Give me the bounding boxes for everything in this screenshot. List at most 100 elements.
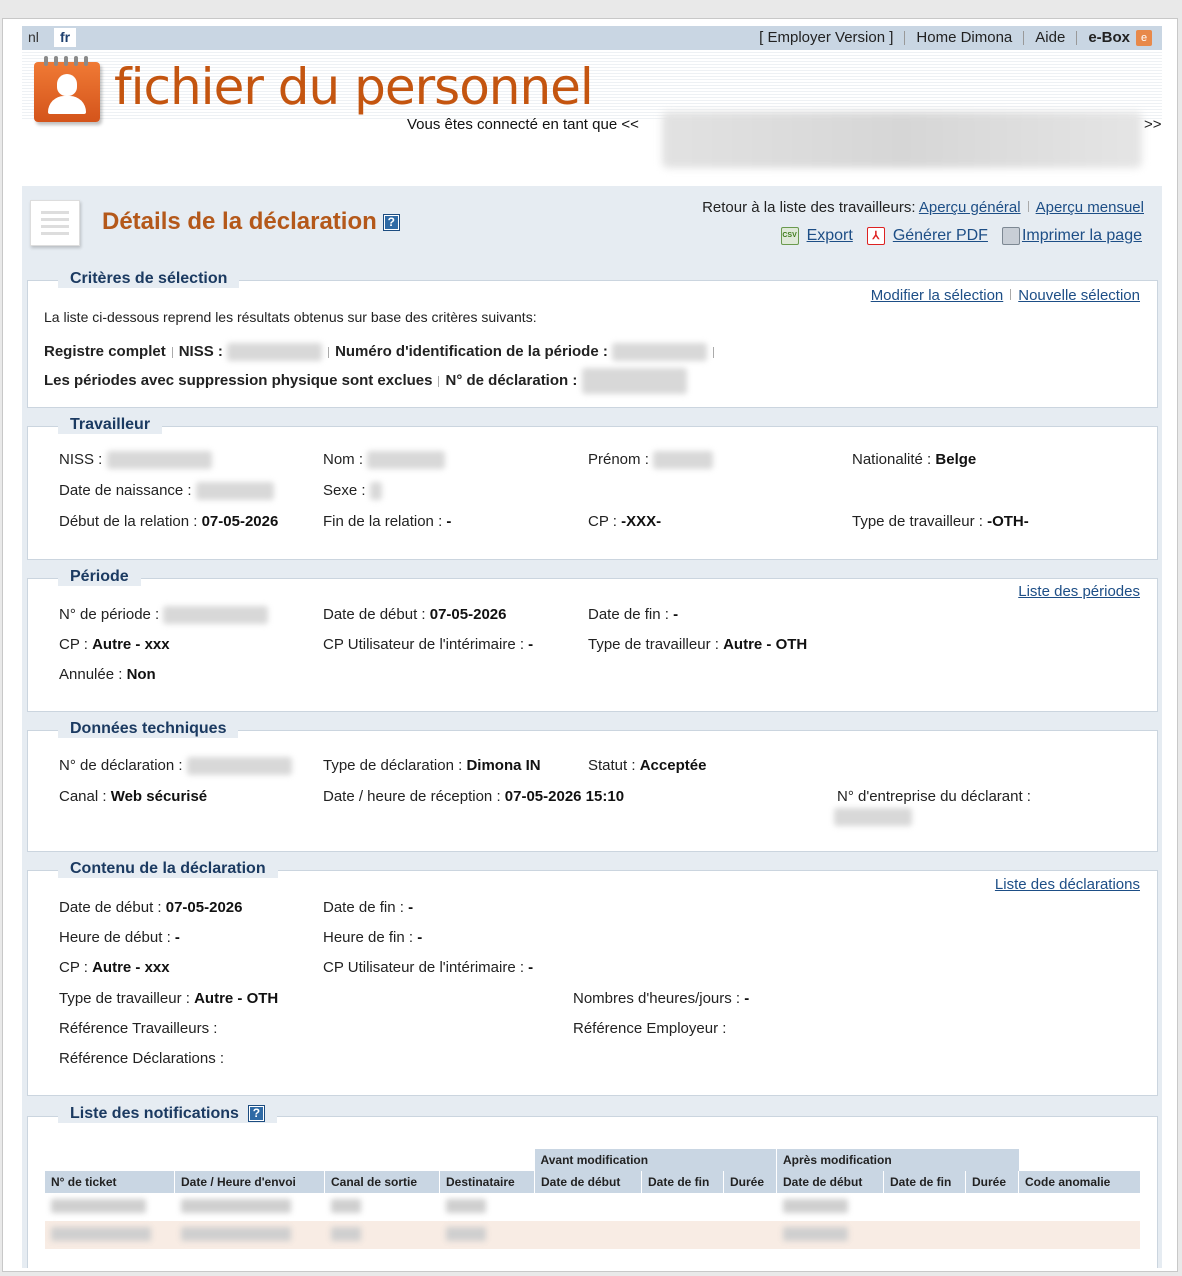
tech-statut-label: Statut : — [588, 757, 640, 774]
connected-as-label: Vous êtes connecté en tant que << — [407, 116, 639, 133]
col-avant-debut[interactable]: Date de début — [534, 1171, 642, 1193]
printer-icon — [1001, 227, 1020, 245]
period-list-link[interactable]: Liste des périodes — [1018, 583, 1140, 600]
content-cp-util: CP Utilisateur de l'intérimaire : - — [323, 959, 533, 976]
apercu-mensuel-link[interactable]: Aperçu mensuel — [1036, 199, 1144, 216]
col-apres-debut[interactable]: Date de début — [776, 1171, 884, 1193]
divider — [1076, 30, 1078, 45]
cell-redacted — [782, 1198, 848, 1213]
criteria-title: Critères de sélection — [58, 270, 240, 288]
content-fin-value: - — [408, 899, 414, 916]
tech-reception: Date / heure de réception : 07-05-2026 1… — [323, 788, 624, 805]
back-to-list: Retour à la liste des travailleurs: Aper… — [702, 199, 1144, 216]
col-canal[interactable]: Canal de sortie — [324, 1171, 440, 1193]
col-avant-fin[interactable]: Date de fin — [641, 1171, 724, 1193]
employer-version-link[interactable]: [ Employer Version ] — [759, 29, 893, 46]
table-column-header: N° de ticket Date / Heure d'envoi Canal … — [44, 1171, 1140, 1193]
tech-type-value: Dimona IN — [466, 757, 541, 774]
col-apres-fin[interactable]: Date de fin — [883, 1171, 966, 1193]
content-heures: Nombres d'heures/jours : - — [573, 990, 749, 1007]
tech-num: N° de déclaration : — [59, 757, 292, 776]
tech-type: Type de déclaration : Dimona IN — [323, 757, 541, 774]
page-title: Détails de la déclaration? — [102, 208, 400, 236]
content-hdebut: Heure de début : - — [59, 929, 180, 946]
page-title-text: Détails de la déclaration — [102, 208, 377, 235]
worker-fin: Fin de la relation : - — [323, 513, 451, 530]
col-envoi[interactable]: Date / Heure d'envoi — [174, 1171, 325, 1193]
period-type: Type de travailleur : Autre - OTH — [588, 636, 807, 653]
back-label: Retour à la liste des travailleurs: — [702, 199, 916, 216]
content-type-value: Autre - OTH — [194, 990, 279, 1007]
print-action[interactable]: Imprimer la page — [1001, 227, 1142, 245]
table-row[interactable] — [44, 1221, 1140, 1249]
worker-naissance: Date de naissance : — [59, 482, 274, 501]
sexe-redacted — [369, 482, 382, 501]
content-debut-value: 07-05-2026 — [165, 899, 243, 916]
ebox-link[interactable]: e-Box — [1088, 29, 1130, 46]
notifications-help-icon[interactable]: ? — [247, 1105, 265, 1123]
content-hdebut-value: - — [174, 929, 180, 946]
prenom-redacted — [653, 451, 714, 470]
technical-section: Données techniques N° de déclaration : T… — [27, 720, 1158, 852]
personnel-logo-icon — [34, 56, 100, 122]
registre-label: Registre complet — [44, 343, 166, 360]
col-destinataire[interactable]: Destinataire — [439, 1171, 535, 1193]
period-annulee: Annulée : Non — [59, 666, 156, 683]
worker-debut: Début de la relation : 07-05-2026 — [59, 513, 278, 530]
pdf-icon: ⅄ — [866, 227, 885, 245]
connected-user-redacted — [662, 112, 1142, 168]
col-code-anomalie[interactable]: Code anomalie — [1018, 1171, 1140, 1193]
page-actions: CSV Export ⅄ Générer PDF Imprimer la page — [780, 227, 1142, 245]
cell-redacted — [782, 1226, 848, 1241]
worker-niss: NISS : — [59, 451, 212, 470]
declaration-list-link[interactable]: Liste des déclarations — [995, 876, 1140, 893]
cell-redacted — [445, 1198, 486, 1213]
pdf-action[interactable]: ⅄ Générer PDF — [866, 227, 988, 245]
divider — [904, 30, 906, 45]
period-debut-label: Date de début : — [323, 606, 430, 623]
type-label: Type de travailleur : — [852, 513, 988, 530]
col-ticket[interactable]: N° de ticket — [44, 1171, 175, 1193]
content-debut-label: Date de début : — [59, 899, 166, 916]
nom-redacted — [367, 451, 446, 470]
period-num-redacted — [163, 606, 269, 625]
cell-redacted — [180, 1226, 291, 1241]
tech-statut: Statut : Acceptée — [588, 757, 706, 774]
worker-cp: CP : -XXX- — [588, 513, 661, 530]
table-group-header: Avant modification Après modification — [44, 1149, 1140, 1171]
home-dimona-link[interactable]: Home Dimona — [916, 29, 1012, 46]
lang-nl-link[interactable]: nl — [28, 29, 39, 45]
criteria-section: Critères de sélection Modifier la sélect… — [27, 270, 1158, 408]
export-link[interactable]: Export — [807, 227, 853, 244]
tech-canal: Canal : Web sécurisé — [59, 788, 207, 805]
content-hfin-label: Heure de fin : — [323, 929, 418, 946]
export-action[interactable]: CSV Export — [780, 227, 853, 245]
ebox-icon[interactable]: e — [1136, 29, 1152, 46]
generate-pdf-link[interactable]: Générer PDF — [893, 227, 988, 244]
csv-icon: CSV — [780, 227, 799, 245]
content-cp-util-label: CP Utilisateur de l'intérimaire : — [323, 959, 529, 976]
new-selection-link[interactable]: Nouvelle sélection — [1018, 287, 1140, 304]
content-fin-label: Date de fin : — [323, 899, 409, 916]
print-link[interactable]: Imprimer la page — [1022, 227, 1142, 244]
fin-value: - — [446, 513, 452, 530]
period-id-label: Numéro d'identification de la période : — [335, 343, 608, 360]
content-heures-value: - — [744, 990, 750, 1007]
period-cp-util: CP Utilisateur de l'intérimaire : - — [323, 636, 533, 653]
tech-num-redacted — [186, 757, 292, 776]
lang-fr-active[interactable]: fr — [54, 28, 77, 47]
table-row[interactable] — [44, 1193, 1140, 1221]
help-icon[interactable]: ? — [382, 214, 400, 232]
period-cp: CP : Autre - xxx — [59, 636, 170, 653]
cp-label: CP : — [588, 513, 622, 530]
col-apres-duree[interactable]: Durée — [965, 1171, 1019, 1193]
aide-link[interactable]: Aide — [1035, 29, 1065, 46]
col-avant-duree[interactable]: Durée — [723, 1171, 777, 1193]
niss-criteria-label: NISS : — [178, 343, 223, 360]
cell-redacted — [50, 1198, 146, 1213]
tech-entreprise-value — [834, 808, 912, 827]
tech-canal-value: Web sécurisé — [110, 788, 208, 805]
apercu-general-link[interactable]: Aperçu général — [919, 199, 1021, 216]
avant-header: Avant modification — [534, 1149, 777, 1171]
modify-selection-link[interactable]: Modifier la sélection — [871, 287, 1004, 304]
